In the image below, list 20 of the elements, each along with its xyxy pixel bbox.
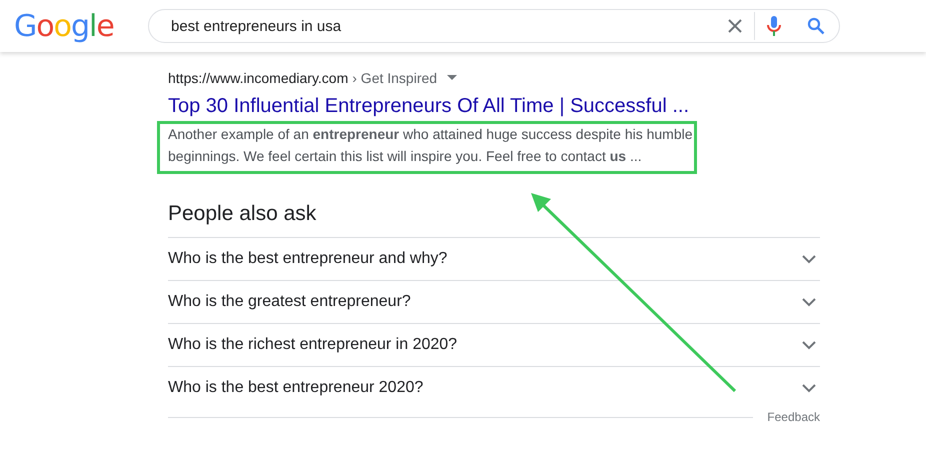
dropdown-caret-icon[interactable] [447, 75, 458, 81]
search-field[interactable]: best entrepreneurs in usa [148, 9, 840, 43]
clear-button[interactable] [728, 19, 742, 33]
google-logo[interactable]: Google [14, 8, 148, 44]
result-snippet: Another example of an entrepreneur who attained huge success despite his humble beginnings. We feel certain this list will inspire you. Feel free to contact us ... [168, 125, 694, 166]
voice-search-button[interactable] [767, 16, 781, 36]
close-icon [728, 19, 742, 33]
feedback-link[interactable]: Feedback [767, 410, 820, 424]
search-input[interactable]: best entrepreneurs in usa [169, 16, 728, 36]
question-row[interactable]: Who is the best entrepreneur and why? [168, 237, 820, 280]
search-button[interactable] [807, 17, 825, 35]
result-url: https://www.incomediary.com [168, 70, 348, 86]
section-heading: People also ask [168, 201, 318, 227]
question-row[interactable]: Who is the richest entrepreneur in 2020? [168, 323, 820, 366]
result-title-link[interactable]: Top 30 Influential Entrepreneurs Of All Time | Successful ... [168, 93, 690, 119]
breadcrumb: › Get Inspired [352, 70, 438, 86]
question-row[interactable]: Who is the greatest entrepreneur? [168, 280, 820, 323]
microphone-icon [767, 16, 781, 36]
search-icon [807, 17, 825, 35]
question-row[interactable]: Who is the best entrepreneur 2020? [168, 366, 820, 409]
